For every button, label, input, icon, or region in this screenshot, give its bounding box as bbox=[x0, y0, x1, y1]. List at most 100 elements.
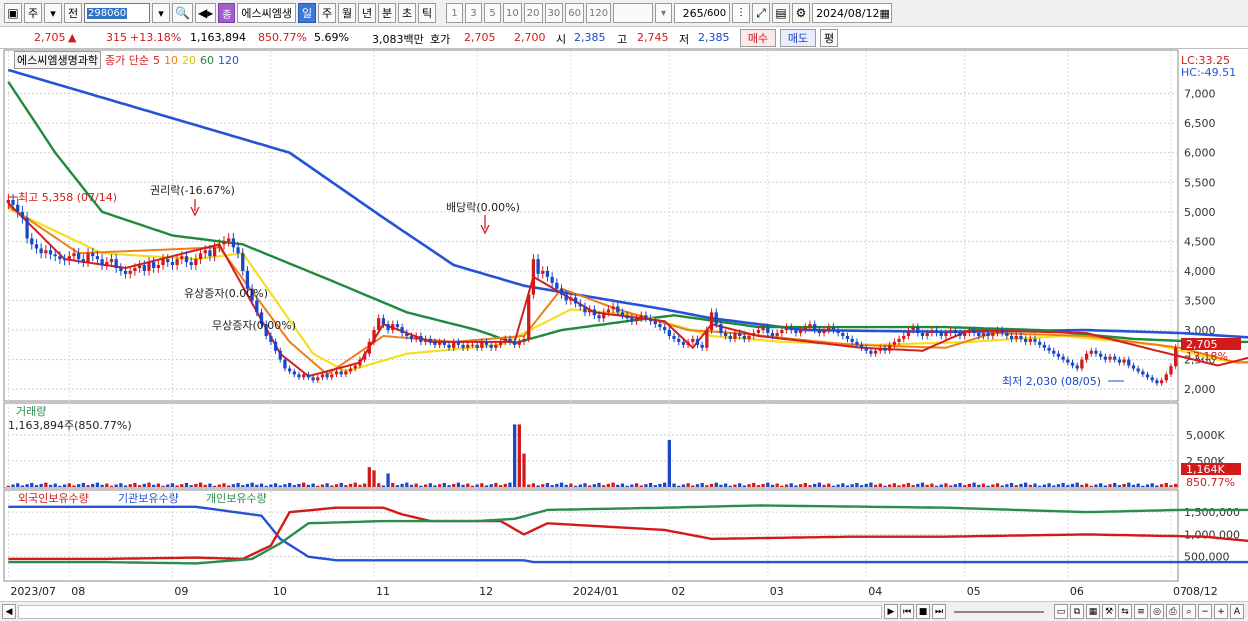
legend-ma120[interactable]: 120 bbox=[218, 54, 239, 67]
buy-button[interactable]: 매수 bbox=[740, 29, 776, 47]
tab-second[interactable]: 초 bbox=[398, 3, 417, 23]
volume-bar bbox=[1169, 485, 1173, 487]
forward-icon[interactable]: ⏭ bbox=[932, 604, 946, 619]
stop-icon[interactable]: ■ bbox=[916, 604, 930, 619]
plus-icon[interactable]: + bbox=[1214, 604, 1228, 619]
chevron-down-icon[interactable]: ▾ bbox=[44, 3, 62, 23]
zoom-slider[interactable] bbox=[954, 610, 1044, 613]
candle-type-icon[interactable]: ⫶ bbox=[732, 3, 751, 23]
interval-20[interactable]: 20 bbox=[523, 3, 543, 23]
prefix-button[interactable]: 전 bbox=[64, 3, 82, 23]
layout-icon[interactable]: ▭ bbox=[1054, 604, 1068, 619]
candle-body bbox=[428, 338, 432, 342]
candle-body bbox=[470, 344, 475, 346]
volume-bar bbox=[494, 482, 498, 487]
interval-30[interactable]: 30 bbox=[544, 3, 564, 23]
scroll-left-icon[interactable]: ◀ bbox=[2, 604, 16, 619]
compare-icon[interactable]: ⇆ bbox=[1118, 604, 1132, 619]
volume-bar bbox=[663, 482, 667, 487]
legend-stock-name[interactable]: 에스씨엠생명과학 bbox=[14, 51, 101, 69]
volume-bar bbox=[81, 482, 85, 487]
volume-bar bbox=[358, 484, 362, 487]
date-field[interactable]: 2024/08/12 ▦ bbox=[812, 3, 893, 23]
count-field[interactable]: 265/600 bbox=[674, 3, 731, 23]
volume-bar bbox=[1005, 484, 1009, 487]
candle-body bbox=[705, 330, 709, 348]
volume-bar bbox=[114, 484, 118, 487]
volume-bar bbox=[1042, 484, 1047, 487]
font-size-icon[interactable]: A bbox=[1230, 604, 1244, 619]
legend-ma5[interactable]: 5 bbox=[153, 54, 160, 67]
tab-tick[interactable]: 틱 bbox=[418, 3, 437, 23]
sell-button[interactable]: 매도 bbox=[780, 29, 816, 47]
volume-bar bbox=[630, 484, 634, 487]
volume-bar bbox=[175, 485, 179, 487]
gear-icon[interactable]: ⚙ bbox=[792, 3, 811, 23]
volume-bar bbox=[948, 485, 953, 487]
interval-dropdown-icon[interactable]: ▾ bbox=[655, 3, 673, 23]
volume-bar bbox=[203, 484, 207, 487]
tab-minute[interactable]: 분 bbox=[378, 3, 397, 23]
interval-select[interactable] bbox=[613, 3, 654, 23]
grid-icon[interactable]: ▦ bbox=[1086, 604, 1100, 619]
interval-10[interactable]: 10 bbox=[503, 3, 522, 23]
candle-body bbox=[316, 377, 320, 381]
interval-1[interactable]: 1 bbox=[446, 3, 464, 23]
volume-bar bbox=[498, 485, 503, 487]
eval-button[interactable]: 평 bbox=[820, 29, 838, 47]
volume-bar bbox=[1136, 483, 1140, 487]
legend-ma10[interactable]: 10 bbox=[164, 54, 178, 67]
candle-body bbox=[311, 377, 315, 381]
interval-5[interactable]: 5 bbox=[484, 3, 502, 23]
chart-area[interactable]: 2,000 2,500 3,000 3,500 4,000 4,500 5,000 5,500… bbox=[0, 49, 1248, 601]
horizontal-scrollbar[interactable] bbox=[18, 604, 882, 619]
camera-icon[interactable]: ◎ bbox=[1150, 604, 1164, 619]
legend-ma-label[interactable]: 종가 단순 bbox=[105, 52, 149, 68]
candle-body bbox=[189, 262, 193, 266]
tab-day[interactable]: 일 bbox=[298, 3, 317, 23]
volume-bar bbox=[194, 483, 198, 487]
copy-icon[interactable]: ⧉ bbox=[1070, 604, 1084, 619]
volume-bar bbox=[611, 482, 615, 487]
volume-bar bbox=[944, 483, 948, 487]
code-dropdown-icon[interactable]: ▾ bbox=[152, 3, 170, 23]
speaker-icon[interactable]: ◀▸ bbox=[194, 3, 217, 23]
candle-body bbox=[39, 248, 43, 254]
period-select[interactable]: 주 bbox=[24, 3, 42, 23]
search-icon[interactable]: 🔍 bbox=[172, 3, 193, 23]
legend-ma20[interactable]: 20 bbox=[182, 54, 196, 67]
legend-ma60[interactable]: 60 bbox=[200, 54, 214, 67]
volume-bar bbox=[91, 483, 95, 487]
tab-year[interactable]: 년 bbox=[358, 3, 377, 23]
print-icon[interactable]: ⎙ bbox=[1166, 604, 1180, 619]
candle-body bbox=[81, 259, 85, 263]
stock-code-input[interactable]: 298060 bbox=[84, 3, 150, 23]
search-zoom-icon[interactable]: ⌕ bbox=[1182, 604, 1196, 619]
volume-bar bbox=[695, 484, 700, 487]
candle-body bbox=[658, 324, 662, 328]
save-icon[interactable]: ▤ bbox=[772, 3, 791, 23]
calendar-icon[interactable]: ▦ bbox=[879, 7, 889, 20]
candle-body bbox=[297, 374, 301, 378]
scroll-right-icon[interactable]: ▶ bbox=[884, 604, 898, 619]
candle-body bbox=[442, 341, 446, 345]
candle-body bbox=[1075, 365, 1079, 369]
window-icon[interactable]: ▣ bbox=[4, 3, 22, 23]
tab-month[interactable]: 월 bbox=[338, 3, 357, 23]
interval-120[interactable]: 120 bbox=[585, 3, 612, 23]
candle-body bbox=[859, 344, 864, 348]
tab-week[interactable]: 주 bbox=[318, 3, 337, 23]
draw-tool-icon[interactable]: ⤢ bbox=[752, 3, 771, 23]
interval-3[interactable]: 3 bbox=[465, 3, 483, 23]
volume-bar bbox=[287, 482, 292, 487]
low-label: 저 bbox=[679, 33, 690, 46]
interval-60[interactable]: 60 bbox=[565, 3, 584, 23]
candle-body bbox=[1005, 333, 1009, 336]
list-icon[interactable]: ≡ bbox=[1134, 604, 1148, 619]
count-total: /600 bbox=[703, 7, 727, 19]
tools-icon[interactable]: ⚒ bbox=[1102, 604, 1116, 619]
rewind-icon[interactable]: ⏮ bbox=[900, 604, 914, 619]
minus-icon[interactable]: − bbox=[1198, 604, 1212, 619]
candle-body bbox=[1070, 362, 1075, 366]
price-chart-svg[interactable]: 2,0002,5003,0003,5004,0004,5005,0005,500… bbox=[0, 49, 1248, 601]
